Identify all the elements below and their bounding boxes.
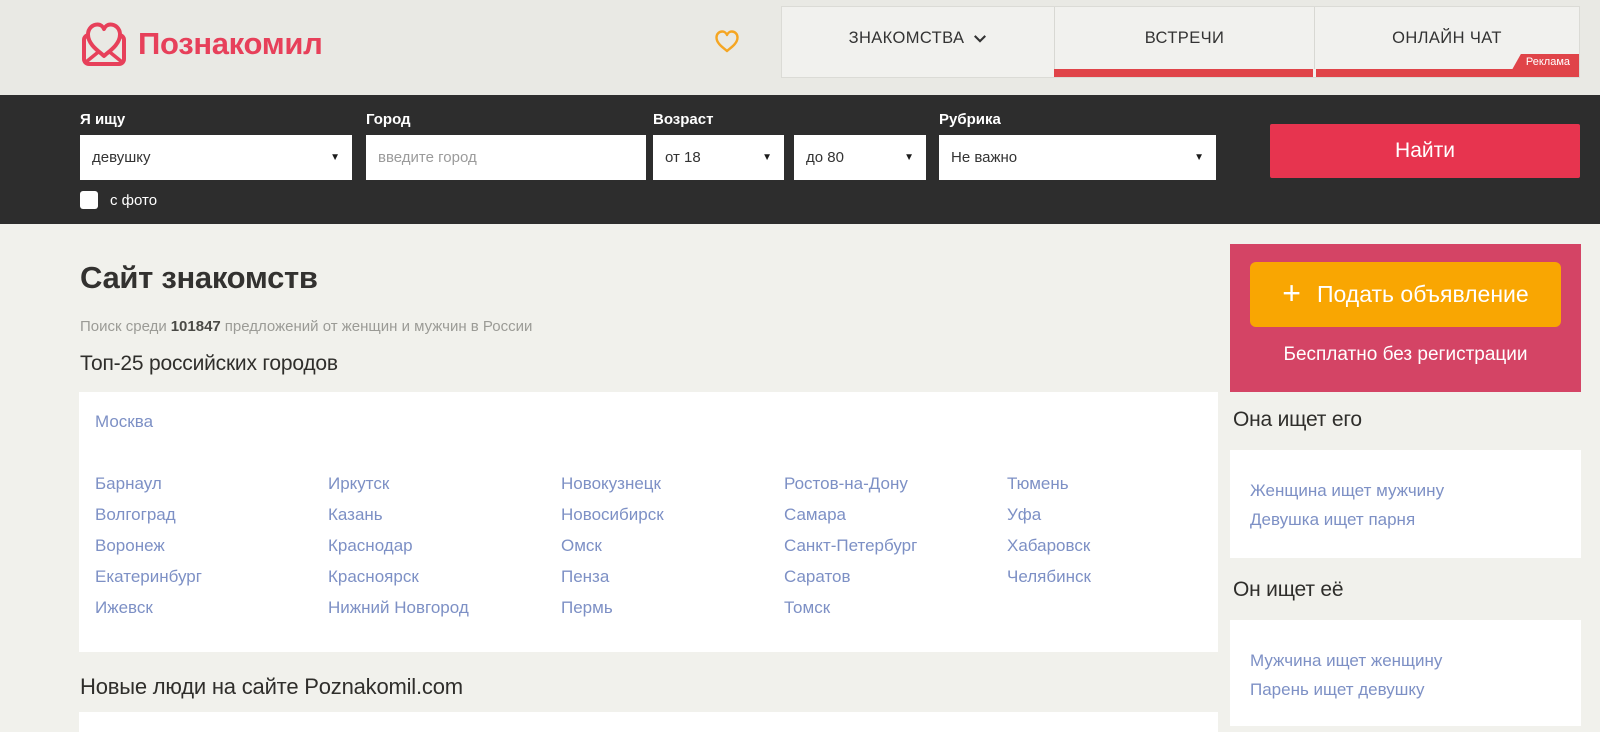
city-link[interactable]: Самара bbox=[784, 499, 1004, 530]
city-link[interactable]: Пенза bbox=[561, 561, 781, 592]
logo-text: Познакомил bbox=[138, 26, 323, 61]
page: Познакомил ЗНАКОМСТВА ВСТРЕЧИ ОНЛАЙН ЧАТ… bbox=[0, 0, 1600, 732]
subtitle-suffix: предложений от женщин и мужчин в России bbox=[224, 318, 533, 335]
rubric-label: Рубрика bbox=[939, 111, 1001, 128]
cities-column-4: Ростов-на-Дону Самара Санкт-Петербург Сарат… bbox=[784, 468, 1004, 623]
cities-column-2: Иркутск Казань Краснодар Красноярск Нижний Н… bbox=[328, 468, 548, 623]
tabs-red-underline bbox=[1054, 69, 1579, 77]
city-link[interactable]: Ростов-на-Дону bbox=[784, 468, 1004, 499]
city-link[interactable]: Казань bbox=[328, 499, 548, 530]
new-people-title: Новые люди на сайте Poznakomil.com bbox=[80, 674, 463, 699]
tab-znakomstva[interactable]: ЗНАКОМСТВА bbox=[782, 7, 1054, 69]
city-link[interactable]: Барнаул bbox=[95, 468, 315, 499]
age-from-select[interactable]: от 18 ▼ bbox=[653, 135, 784, 180]
seeking-select[interactable]: девушку ▼ bbox=[80, 135, 352, 180]
post-ad-note: Бесплатно без регистрации bbox=[1283, 344, 1528, 365]
chevron-down-icon bbox=[974, 34, 987, 43]
find-button[interactable]: Найти bbox=[1270, 124, 1580, 178]
select-arrow-icon: ▼ bbox=[904, 152, 914, 163]
city-link[interactable]: Томск bbox=[784, 592, 1004, 623]
city-link-moscow[interactable]: Москва bbox=[95, 406, 153, 437]
tab-vstrechi-label: ВСТРЕЧИ bbox=[1144, 28, 1225, 47]
search-bar: Я ищу Город Возраст Рубрика девушку ▼ от… bbox=[0, 95, 1600, 224]
select-arrow-icon: ▼ bbox=[330, 152, 340, 163]
page-title: Сайт знакомств bbox=[80, 260, 318, 295]
offers-count: 101847 bbox=[170, 318, 221, 335]
city-link[interactable]: Челябинск bbox=[1007, 561, 1227, 592]
plus-icon: + bbox=[1282, 275, 1301, 311]
header-tabs: ЗНАКОМСТВА ВСТРЕЧИ ОНЛАЙН ЧАТ Реклама bbox=[781, 6, 1580, 78]
tab-znakomstva-label: ЗНАКОМСТВА bbox=[848, 28, 965, 47]
with-photo-row: с фото bbox=[80, 191, 157, 209]
new-people-card bbox=[79, 712, 1218, 732]
seek-link[interactable]: Мужчина ищет женщину bbox=[1250, 646, 1581, 675]
post-ad-button[interactable]: + Подать объявление bbox=[1250, 262, 1561, 327]
city-label: Город bbox=[366, 111, 411, 128]
city-link[interactable]: Санкт-Петербург bbox=[784, 530, 1004, 561]
with-photo-checkbox[interactable] bbox=[80, 191, 98, 209]
he-seeks-title: Он ищет её bbox=[1233, 578, 1344, 601]
cities-column-3: Новокузнецк Новосибирск Омск Пенза Пермь bbox=[561, 468, 781, 623]
seek-link[interactable]: Женщина ищет мужчину bbox=[1250, 476, 1581, 505]
tab-vstrechi[interactable]: ВСТРЕЧИ bbox=[1054, 7, 1314, 69]
age-label: Возраст bbox=[653, 111, 714, 128]
logo[interactable]: Познакомил bbox=[80, 20, 323, 68]
seek-link[interactable]: Парень ищет девушку bbox=[1250, 675, 1581, 704]
city-link[interactable]: Уфа bbox=[1007, 499, 1227, 530]
he-seeks-links: Мужчина ищет женщину Парень ищет девушку bbox=[1230, 620, 1581, 704]
she-seeks-links: Женщина ищет мужчину Девушка ищет парня bbox=[1230, 450, 1581, 534]
he-seeks-card: Мужчина ищет женщину Парень ищет девушку bbox=[1230, 620, 1581, 726]
city-link[interactable]: Новосибирск bbox=[561, 499, 781, 530]
city-link[interactable]: Иркутск bbox=[328, 468, 548, 499]
subtitle: Поиск среди 101847 предложений от женщин и… bbox=[80, 318, 532, 335]
city-link[interactable]: Воронеж bbox=[95, 530, 315, 561]
age-to-select[interactable]: до 80 ▼ bbox=[794, 135, 926, 180]
top-cities-card: Москва Барнаул Волгоград Воронеж Екатеринбу… bbox=[79, 392, 1218, 652]
city-link[interactable]: Тюмень bbox=[1007, 468, 1227, 499]
city-link[interactable]: Нижний Новгород bbox=[328, 592, 548, 623]
she-seeks-card: Женщина ищет мужчину Девушка ищет парня bbox=[1230, 450, 1581, 558]
cities-column-5: Тюмень Уфа Хабаровск Челябинск bbox=[1007, 468, 1227, 592]
age-to-value: до 80 bbox=[806, 149, 844, 166]
city-link[interactable]: Волгоград bbox=[95, 499, 315, 530]
city-link[interactable]: Ижевск bbox=[95, 592, 315, 623]
select-arrow-icon: ▼ bbox=[1194, 152, 1204, 163]
with-photo-label: с фото bbox=[110, 191, 158, 209]
rubric-value: Не важно bbox=[951, 149, 1018, 166]
city-link[interactable]: Краснодар bbox=[328, 530, 548, 561]
she-seeks-title: Она ищет его bbox=[1233, 408, 1362, 431]
rubric-select[interactable]: Не важно ▼ bbox=[939, 135, 1216, 180]
city-link[interactable]: Пермь bbox=[561, 592, 781, 623]
header: Познакомил ЗНАКОМСТВА ВСТРЕЧИ ОНЛАЙН ЧАТ… bbox=[0, 0, 1600, 95]
city-link[interactable]: Красноярск bbox=[328, 561, 548, 592]
post-ad-promo-card: + Подать объявление Бесплатно без регист… bbox=[1230, 244, 1581, 392]
envelope-heart-logo-icon bbox=[82, 22, 126, 66]
tab-online-chat-label: ОНЛАЙН ЧАТ bbox=[1392, 28, 1502, 47]
select-arrow-icon: ▼ bbox=[762, 152, 772, 163]
top-cities-title: Топ-25 российских городов bbox=[80, 352, 338, 375]
seeking-select-value: девушку bbox=[92, 149, 151, 166]
city-link[interactable]: Саратов bbox=[784, 561, 1004, 592]
city-link[interactable]: Омск bbox=[561, 530, 781, 561]
age-from-value: от 18 bbox=[665, 149, 701, 166]
cities-column-1: Барнаул Волгоград Воронеж Екатеринбург Ижевс… bbox=[95, 468, 315, 623]
subtitle-prefix: Поиск среди bbox=[80, 318, 167, 335]
post-ad-button-label: Подать объявление bbox=[1316, 281, 1529, 307]
seek-link[interactable]: Девушка ищет парня bbox=[1250, 505, 1581, 534]
seeking-label: Я ищу bbox=[80, 111, 126, 128]
city-input[interactable] bbox=[366, 135, 646, 180]
city-link[interactable]: Хабаровск bbox=[1007, 530, 1227, 561]
ad-badge: Реклама bbox=[1511, 54, 1579, 70]
city-link[interactable]: Екатеринбург bbox=[95, 561, 315, 592]
favorites-heart-icon[interactable] bbox=[714, 29, 740, 55]
city-link[interactable]: Новокузнецк bbox=[561, 468, 781, 499]
